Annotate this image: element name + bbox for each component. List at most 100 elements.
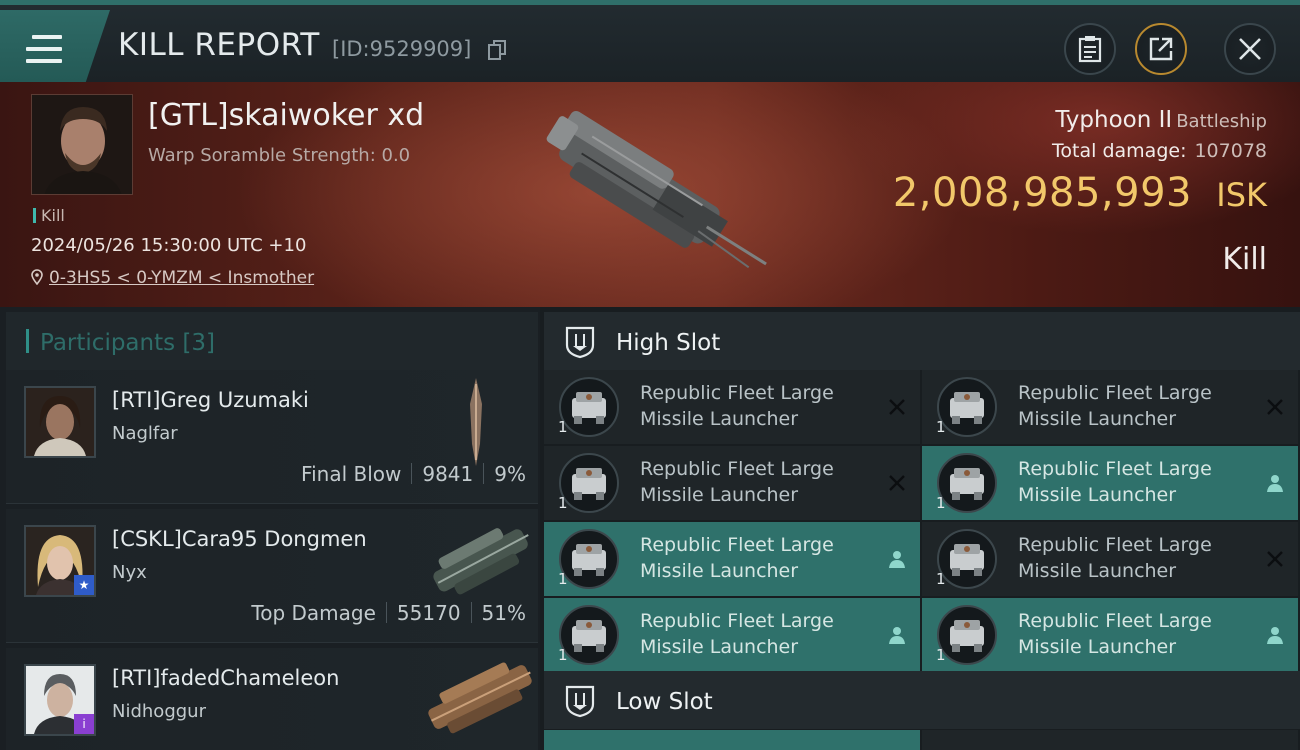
- module-quantity: 1: [936, 418, 946, 436]
- title-bar: KILL REPORT [ID:9529909]: [0, 0, 1300, 82]
- ship-class: Battleship: [1176, 111, 1267, 132]
- participant-ship: Nidhoggur: [112, 701, 206, 722]
- high-slot-module[interactable]: 1 Republic Fleet Large Missile Launcher: [922, 522, 1298, 596]
- menu-button[interactable]: [0, 10, 110, 82]
- participants-panel: Participants [3] [RTI]Greg Uzumaki Naglf…: [0, 307, 540, 750]
- dropped-person-icon: [1267, 627, 1283, 644]
- warp-scramble-strength: Warp Soramble Strength: 0.0: [148, 145, 411, 166]
- ship-name: Typhoon II: [1055, 107, 1173, 133]
- participant-row[interactable]: i [RTI]fadedChameleon Nidhoggur: [6, 648, 538, 750]
- high-slot-module[interactable]: 1 Republic Fleet Large Missile Launcher: [544, 370, 920, 444]
- module-name: Republic Fleet Large Missile Launcher: [1018, 458, 1212, 506]
- page-title: KILL REPORT: [118, 27, 320, 63]
- info-badge-icon: i: [74, 714, 94, 734]
- high-slot-module[interactable]: 1 Republic Fleet Large Missile Launcher: [922, 370, 1298, 444]
- high-slot-title: High Slot: [616, 330, 721, 356]
- clipboard-icon: [1078, 36, 1102, 63]
- module-name: Republic Fleet Large Missile Launcher: [1018, 534, 1212, 582]
- participant-ship-image: [428, 662, 532, 734]
- participant-avatar[interactable]: i: [24, 664, 96, 736]
- module-name: Republic Fleet Large Missile Launcher: [640, 382, 834, 430]
- module-name: Republic Fleet Large Missile Launcher: [640, 610, 834, 658]
- participant-ship: Naglfar: [112, 423, 178, 444]
- kill-tag: Kill: [33, 206, 65, 225]
- module-quantity: 1: [558, 418, 568, 436]
- module-quantity: 1: [558, 646, 568, 664]
- module-name: Republic Fleet Large Missile Launcher: [640, 458, 834, 506]
- fitting-panel: High Slot 1 Republic Fleet Large Missile L…: [540, 307, 1300, 750]
- close-button[interactable]: [1224, 23, 1276, 75]
- destroyed-x-icon: [889, 399, 905, 415]
- destroyed-x-icon: [889, 475, 905, 491]
- low-slot-module[interactable]: [922, 730, 1298, 750]
- participant-role: Final Blow: [301, 462, 402, 486]
- participant-name[interactable]: [RTI]fadedChameleon: [112, 666, 339, 690]
- module-quantity: 1: [558, 494, 568, 512]
- kill-location[interactable]: 0-3HS5 < 0-YMZM < Insmother: [31, 268, 314, 288]
- menu-icon: [26, 35, 62, 63]
- kill-datetime: 2024/05/26 15:30:00 UTC +10: [31, 235, 307, 256]
- high-slot-module[interactable]: 1 Republic Fleet Large Missile Launcher: [544, 598, 920, 672]
- participant-percent: 51%: [481, 601, 526, 625]
- close-icon: [1239, 38, 1261, 60]
- module-name: Republic Fleet Large Missile Launcher: [1018, 382, 1212, 430]
- participant-name[interactable]: [RTI]Greg Uzumaki: [112, 388, 309, 412]
- shield-slot-icon: [565, 685, 595, 718]
- star-badge-icon: ★: [74, 575, 94, 595]
- participant-ship-image: [433, 528, 529, 595]
- victim-banner: [GTL]skaiwoker xd Warp Soramble Strength…: [0, 82, 1300, 307]
- module-quantity: 1: [936, 494, 946, 512]
- participant-row[interactable]: [RTI]Greg Uzumaki Naglfar Final Blow 9841…: [6, 370, 538, 504]
- participants-header: Participants [3]: [6, 312, 538, 370]
- share-button[interactable]: [1135, 23, 1187, 75]
- high-slot-module[interactable]: 1 Republic Fleet Large Missile Launcher: [922, 446, 1298, 520]
- victim-ship: Typhoon II Battleship: [1055, 107, 1267, 133]
- clipboard-button[interactable]: [1064, 23, 1116, 75]
- low-slot-header: Low Slot: [544, 671, 1300, 729]
- victim-name[interactable]: [GTL]skaiwoker xd: [148, 98, 424, 133]
- copy-icon[interactable]: [488, 40, 506, 60]
- module-quantity: 1: [558, 570, 568, 588]
- participant-avatar[interactable]: [24, 386, 96, 458]
- total-damage-label: Total damage:: [1052, 140, 1187, 162]
- module-quantity: 1: [936, 570, 946, 588]
- module-name: Republic Fleet Large Missile Launcher: [1018, 610, 1212, 658]
- victim-avatar[interactable]: [31, 94, 133, 195]
- module-name: Republic Fleet Large Missile Launcher: [640, 534, 834, 582]
- participant-damage: 9841: [422, 462, 474, 486]
- participant-stats: Top Damage 55170 51%: [251, 601, 526, 625]
- result-label: Kill: [1222, 242, 1267, 277]
- high-slot-module[interactable]: 1 Republic Fleet Large Missile Launcher: [544, 446, 920, 520]
- victim-ship-image: [546, 110, 767, 269]
- high-slot-header: High Slot: [544, 312, 1300, 370]
- participant-percent: 9%: [494, 462, 526, 486]
- destroyed-x-icon: [1267, 399, 1283, 415]
- low-slot-module[interactable]: [544, 730, 920, 750]
- dropped-person-icon: [1267, 475, 1283, 492]
- location-pin-icon: [31, 269, 43, 286]
- participants-title: Participants [3]: [26, 329, 215, 356]
- participant-avatar[interactable]: ★: [24, 525, 96, 597]
- low-slot-title: Low Slot: [616, 689, 713, 715]
- participant-stats: Final Blow 9841 9%: [301, 462, 526, 486]
- participants-count: [3]: [182, 330, 216, 356]
- destroyed-x-icon: [1267, 551, 1283, 567]
- participant-role: Top Damage: [251, 601, 376, 625]
- high-slot-module[interactable]: 1 Republic Fleet Large Missile Launcher: [922, 598, 1298, 672]
- participant-name[interactable]: [CSKL]Cara95 Dongmen: [112, 527, 367, 551]
- total-damage-value: 107078: [1194, 140, 1267, 162]
- report-id: [ID:9529909]: [332, 37, 472, 61]
- participant-ship: Nyx: [112, 562, 147, 583]
- location-link[interactable]: 0-3HS5 < 0-YMZM < Insmother: [49, 268, 314, 288]
- module-quantity: 1: [936, 646, 946, 664]
- isk-unit: ISK: [1216, 176, 1267, 214]
- participant-ship-image: [470, 378, 482, 466]
- shield-slot-icon: [565, 326, 595, 359]
- total-damage: Total damage: 107078: [1052, 140, 1267, 162]
- participant-row[interactable]: ★ [CSKL]Cara95 Dongmen Nyx Top Damage 551…: [6, 509, 538, 643]
- dropped-person-icon: [889, 627, 905, 644]
- high-slot-module[interactable]: 1 Republic Fleet Large Missile Launcher: [544, 522, 920, 596]
- isk-value: 2,008,985,993: [892, 170, 1192, 216]
- participant-damage: 55170: [396, 601, 461, 625]
- dropped-person-icon: [889, 551, 905, 568]
